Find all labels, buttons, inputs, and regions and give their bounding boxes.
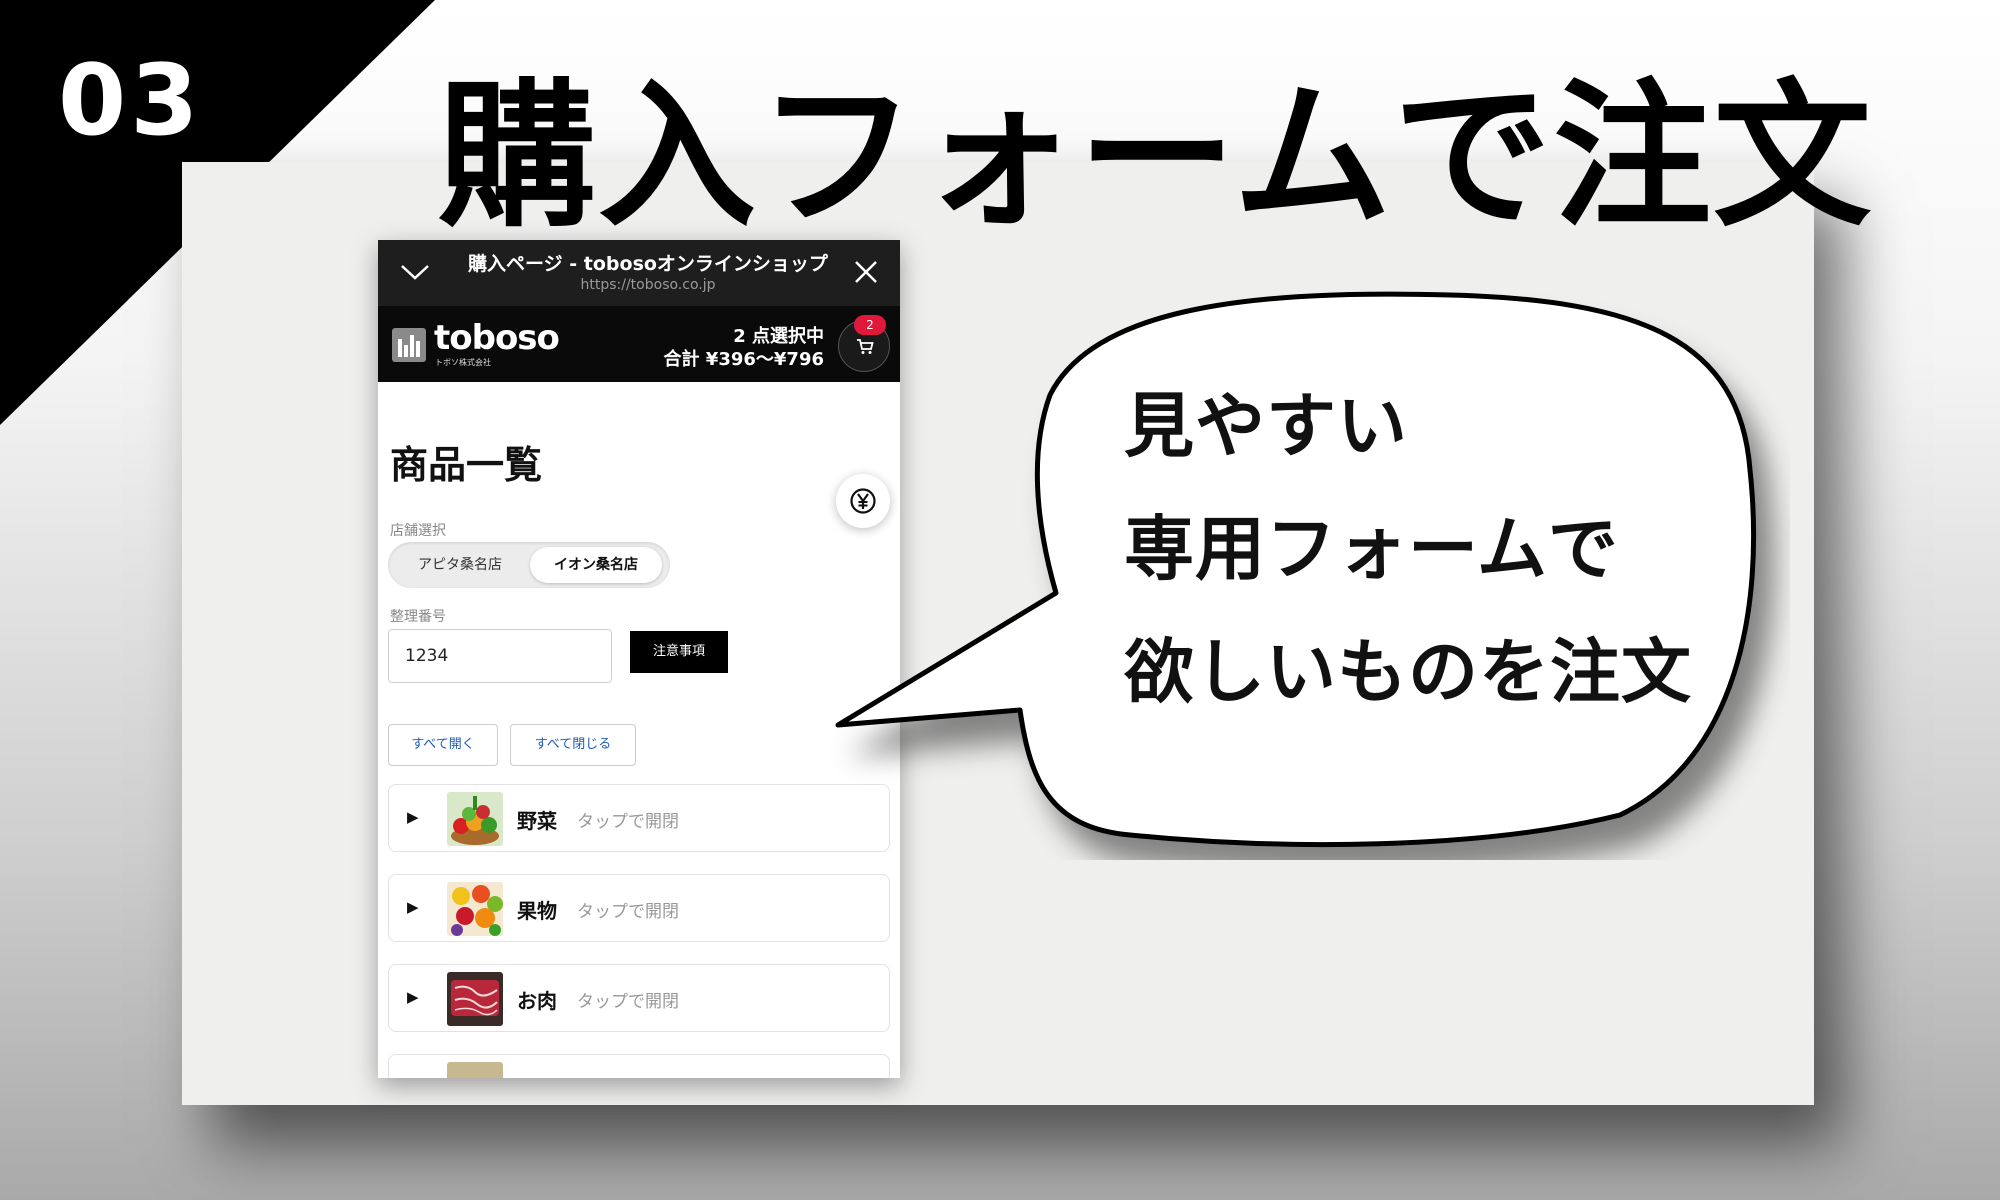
- fruits-image: [447, 882, 503, 936]
- bubble-line-2: 専用フォームで: [1124, 508, 1619, 590]
- category-hint: タップで開閉: [577, 992, 679, 1012]
- browser-title: 購入ページ - tobosoオンラインショップ: [468, 253, 828, 275]
- selection-total: 合計 ¥396〜¥796: [663, 349, 824, 370]
- category-name: 野菜: [517, 809, 557, 833]
- browser-url: https://toboso.co.jp: [580, 277, 716, 293]
- store-select-label: 店舗選択: [390, 523, 446, 539]
- bubble-line-3: 欲しいものを注文: [1124, 631, 1692, 713]
- site-header: toboso トボソ株式会社 2 点選択中 合計 ¥396〜¥796 2: [378, 306, 900, 382]
- collapse-all-button[interactable]: すべて閉じる: [510, 724, 636, 766]
- category-image: [447, 1062, 503, 1078]
- step-number: 03: [58, 44, 203, 158]
- meat-image: [447, 972, 503, 1026]
- bubble-line-1: 見やすい: [1124, 385, 1408, 467]
- store-toggle: アピタ桑名店 イオン桑名店: [388, 542, 670, 588]
- logo-icon[interactable]: [392, 328, 426, 362]
- category-row-fruits[interactable]: ▶ 果物 タップで開閉: [388, 874, 890, 942]
- phone-screen: 購入ページ - tobosoオンラインショップ https://toboso.c…: [378, 240, 900, 1078]
- category-row-partial[interactable]: [388, 1054, 890, 1078]
- expand-arrow-icon: ▶: [407, 988, 419, 1006]
- vegetables-image: [447, 792, 503, 846]
- headline: 購入フォームで注文: [438, 65, 1874, 249]
- page-content: 商品一覧 店舗選択 アピタ桑名店 イオン桑名店 整理番号 1234 注意事項 す…: [378, 382, 900, 1078]
- expand-arrow-icon: ▶: [407, 808, 419, 826]
- category-row-vegetables[interactable]: ▶ 野菜 タップで開閉: [388, 784, 890, 852]
- ticket-number-input[interactable]: 1234: [388, 629, 612, 683]
- category-hint: タップで開閉: [577, 902, 679, 922]
- store-option-apita[interactable]: アピタ桑名店: [394, 547, 526, 583]
- expand-arrow-icon: ▶: [407, 898, 419, 916]
- logo-text[interactable]: toboso: [434, 318, 560, 358]
- logo-subtitle: トボソ株式会社: [435, 358, 491, 367]
- expand-all-button[interactable]: すべて開く: [388, 724, 498, 766]
- browser-bar: 購入ページ - tobosoオンラインショップ https://toboso.c…: [378, 240, 900, 306]
- page-title: 商品一覧: [390, 443, 543, 487]
- store-option-aeon[interactable]: イオン桑名店: [530, 547, 662, 583]
- category-row-meat[interactable]: ▶ お肉 タップで開閉: [388, 964, 890, 1032]
- ticket-number-label: 整理番号: [390, 609, 446, 625]
- category-name: 果物: [517, 899, 557, 923]
- category-hint: タップで開閉: [577, 812, 679, 832]
- notice-button[interactable]: 注意事項: [630, 631, 728, 673]
- category-name: お肉: [517, 989, 557, 1013]
